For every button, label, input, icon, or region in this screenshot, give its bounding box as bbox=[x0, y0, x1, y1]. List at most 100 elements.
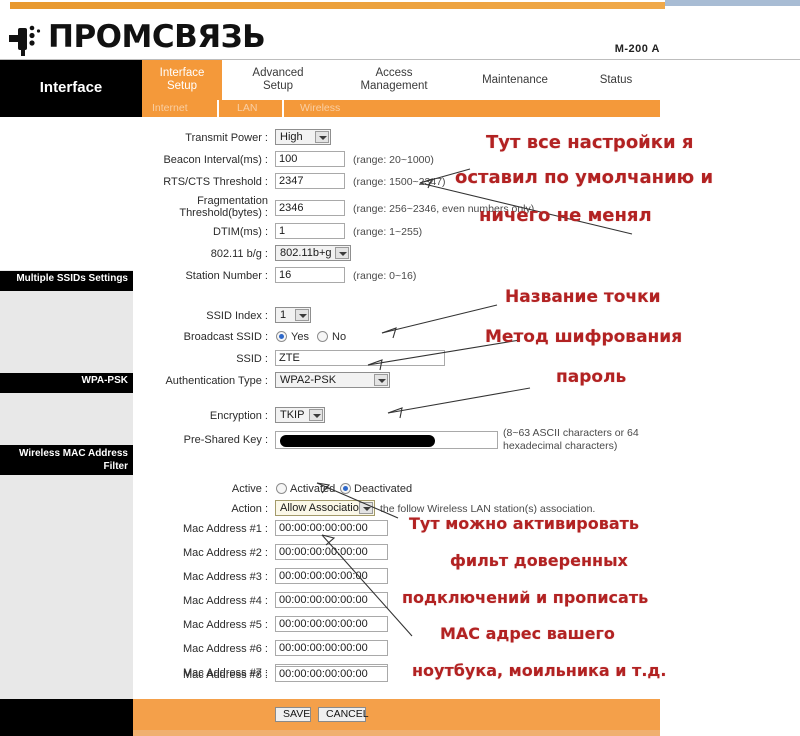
section-wpa-psk: WPA-PSK bbox=[0, 373, 133, 393]
model-number: M-200 A bbox=[614, 43, 660, 55]
broadcast-ssid-yes-label: Yes bbox=[291, 331, 309, 343]
top-accent-bar bbox=[10, 2, 665, 9]
mac-address-3-label: Mac Address #3 : bbox=[183, 571, 268, 583]
dtim-input[interactable]: 1 bbox=[275, 223, 345, 239]
page-body: Multiple SSIDs Settings WPA-PSK Wireless… bbox=[0, 117, 800, 699]
mac-address-5-input[interactable]: 00:00:00:00:00:00 bbox=[275, 616, 388, 632]
footer-right-filler bbox=[660, 699, 800, 736]
mac-filter-action-select[interactable]: Allow Association bbox=[275, 500, 375, 516]
chevron-down-icon bbox=[335, 247, 349, 259]
nav-section-title: Interface bbox=[0, 60, 142, 117]
broadcast-ssid-radio-yes[interactable] bbox=[276, 331, 287, 342]
mac-address-3-input[interactable]: 00:00:00:00:00:00 bbox=[275, 568, 388, 584]
beacon-interval-input[interactable]: 100 bbox=[275, 151, 345, 167]
mac-address-6-label: Mac Address #6 : bbox=[183, 643, 268, 655]
chevron-down-icon bbox=[359, 502, 373, 514]
section-multiple-ssids: Multiple SSIDs Settings bbox=[0, 271, 133, 291]
save-button[interactable]: SAVE bbox=[275, 707, 311, 722]
pre-shared-key-label: Pre-Shared Key : bbox=[183, 434, 268, 446]
rts-cts-label: RTS/CTS Threshold : bbox=[163, 176, 268, 188]
mac-address-2-input[interactable]: 00:00:00:00:00:00 bbox=[275, 544, 388, 560]
left-column-top-filler bbox=[0, 117, 133, 270]
tab-interface-setup[interactable]: Interface Setup bbox=[142, 60, 222, 100]
annotation-mac-line5: ноутбука, моильника и т.д. bbox=[412, 661, 667, 680]
annotation-mac-line3: подключений и прописать bbox=[402, 588, 649, 607]
nav-subtabs: Internet LAN Wireless bbox=[142, 100, 660, 117]
broadcast-ssid-radio-no[interactable] bbox=[317, 331, 328, 342]
transmit-power-label: Transmit Power : bbox=[185, 132, 268, 144]
authentication-type-select[interactable]: WPA2-PSK bbox=[275, 372, 390, 388]
tab-interface-setup-line1: Interface bbox=[159, 67, 205, 79]
station-number-label: Station Number : bbox=[185, 270, 268, 282]
annotation-top-line1: Тут все настройки я bbox=[486, 132, 694, 153]
wireless-mode-select[interactable]: 802.11b+g bbox=[275, 245, 351, 261]
authentication-type-value: WPA2-PSK bbox=[280, 374, 337, 386]
tab-status-label: Status bbox=[599, 74, 633, 86]
annotation-mac-line4: MAC адрес вашего bbox=[440, 624, 615, 643]
ssid-label: SSID : bbox=[236, 353, 268, 365]
mac-filter-action-value: Allow Association bbox=[280, 502, 365, 514]
tab-advanced-setup[interactable]: Advanced Setup bbox=[228, 60, 328, 100]
footer-left-block bbox=[0, 699, 133, 736]
dtim-label: DTIM(ms) : bbox=[213, 226, 268, 238]
subtab-wireless[interactable]: Wireless bbox=[300, 101, 340, 116]
mac-address-2-label: Mac Address #2 : bbox=[183, 547, 268, 559]
tab-access-management[interactable]: Access Management bbox=[334, 60, 454, 100]
encryption-label: Encryption : bbox=[209, 410, 268, 422]
mac-filter-active-label: Active : bbox=[231, 483, 268, 495]
chevron-down-icon bbox=[374, 374, 388, 386]
ssid-index-value: 1 bbox=[280, 309, 287, 321]
mac-filter-activated-label: Activated bbox=[290, 483, 336, 495]
nav-right-filler bbox=[660, 60, 800, 117]
broadcast-ssid-no-label: No bbox=[332, 331, 347, 343]
ssid-index-select[interactable]: 1 bbox=[275, 307, 311, 323]
wireless-mode-value: 802.11b+g bbox=[280, 247, 332, 259]
annotation-ssid-name: Название точки bbox=[505, 287, 661, 307]
mac-address-4-input[interactable]: 00:00:00:00:00:00 bbox=[275, 592, 388, 608]
pre-shared-key-hint: (8~63 ASCII characters or 64 hexadecimal… bbox=[503, 427, 639, 452]
mac-address-6-input[interactable]: 00:00:00:00:00:00 bbox=[275, 640, 388, 656]
transmit-power-select[interactable]: High bbox=[275, 129, 331, 145]
subtab-separator-2 bbox=[282, 100, 284, 117]
tab-status[interactable]: Status bbox=[576, 60, 656, 100]
mac-filter-deactivated-label: Deactivated bbox=[354, 483, 413, 495]
brand-logo: ПРОМСВЯЗЬ bbox=[6, 15, 266, 59]
mac-filter-radio-deactivated[interactable] bbox=[340, 483, 351, 494]
chevron-down-icon bbox=[315, 131, 329, 143]
mac-address-5-label: Mac Address #5 : bbox=[183, 619, 268, 631]
broadcast-ssid-label: Broadcast SSID : bbox=[183, 331, 268, 343]
section-wireless-mac-filter-line1: Wireless MAC Address bbox=[18, 448, 128, 459]
pre-shared-key-redaction bbox=[280, 435, 435, 447]
fragmentation-input[interactable]: 2346 bbox=[275, 200, 345, 216]
ssid-index-label: SSID Index : bbox=[206, 310, 268, 322]
tab-access-management-line2: Management bbox=[360, 80, 428, 92]
page-header: ПРОМСВЯЗЬ M-200 A bbox=[0, 9, 800, 59]
ssid-input[interactable]: ZTE bbox=[275, 350, 445, 366]
encryption-select[interactable]: TKIP bbox=[275, 407, 325, 423]
tab-access-management-line1: Access bbox=[375, 67, 413, 79]
main-navigation: Interface Interface Setup Advanced Setup… bbox=[0, 60, 800, 117]
beacon-interval-hint: (range: 20~1000) bbox=[353, 154, 434, 166]
station-number-input[interactable]: 16 bbox=[275, 267, 345, 283]
annotation-mac-line1: Тут можно активировать bbox=[409, 514, 640, 533]
section-wireless-mac-filter-line2: Filter bbox=[103, 461, 128, 472]
rts-cts-input[interactable]: 2347 bbox=[275, 173, 345, 189]
mac-address-1-input[interactable]: 00:00:00:00:00:00 bbox=[275, 520, 388, 536]
promsvyaz-logo-icon bbox=[9, 25, 41, 56]
footer-accent-bar bbox=[133, 730, 660, 736]
encryption-value: TKIP bbox=[280, 409, 305, 421]
subtab-internet[interactable]: Internet bbox=[152, 101, 188, 116]
footer-action-bar: SAVE CANCEL bbox=[133, 699, 660, 730]
nav-tabs: Interface Setup Advanced Setup Access Ma… bbox=[142, 60, 660, 100]
nav-section-title-label: Interface bbox=[39, 79, 103, 96]
tab-interface-setup-line2: Setup bbox=[166, 80, 198, 92]
subtab-lan[interactable]: LAN bbox=[237, 101, 257, 116]
cancel-button[interactable]: CANCEL bbox=[318, 707, 369, 722]
tab-maintenance[interactable]: Maintenance bbox=[460, 60, 570, 100]
mac-filter-radio-activated[interactable] bbox=[276, 483, 287, 494]
annotation-password: пароль bbox=[556, 367, 627, 387]
mac-address-8-input[interactable]: 00:00:00:00:00:00 bbox=[275, 666, 388, 682]
chevron-down-icon bbox=[295, 309, 309, 321]
settings-content: Transmit Power : High Beacon Interval(ms… bbox=[133, 117, 800, 699]
fragmentation-label-line2: Threshold(bytes) : bbox=[179, 207, 268, 219]
